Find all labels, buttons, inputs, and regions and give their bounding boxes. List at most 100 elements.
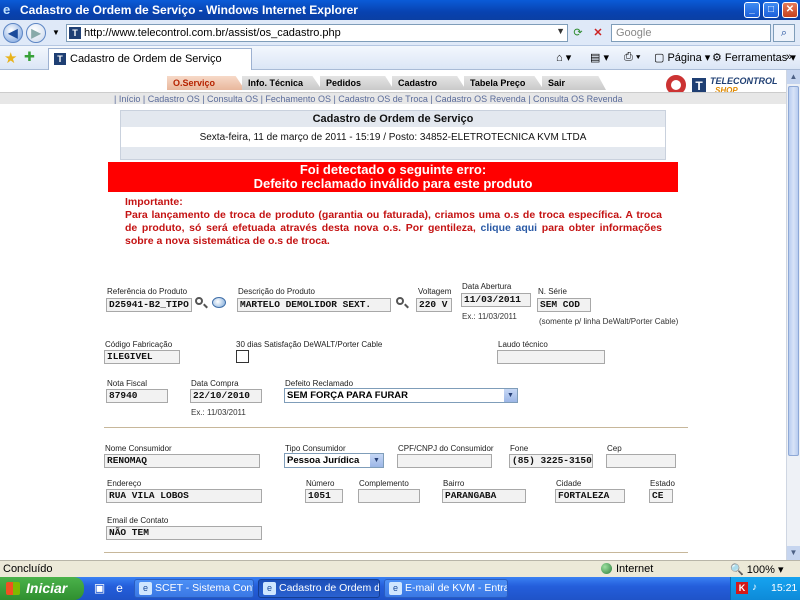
tipo-consumidor-select[interactable]: Pessoa Jurídica ▼ [284,453,384,468]
data-abertura-field[interactable]: 11/03/2011 [461,293,531,307]
search-desenho-icon[interactable] [212,297,228,309]
page-header-box: Cadastro de Ordem de Serviço Sexta-feira… [120,110,666,160]
menu-tab-sair[interactable]: Sair [542,76,606,90]
kaspersky-icon[interactable]: K [736,582,748,594]
browser-tab[interactable]: T Cadastro de Ordem de Serviço [48,48,252,70]
search-input[interactable]: Google [611,24,771,42]
search-placeholder: Google [616,27,652,39]
maximize-button[interactable]: □ [763,2,779,18]
address-toolbar: ◀ ▶ ▼ T http://www.telecontrol.com.br/as… [0,20,800,46]
descricao-field[interactable]: MARTELO DEMOLIDOR SEXT. [237,298,391,312]
tipo-consumidor-chevron-down-icon: ▼ [370,454,383,467]
history-dropdown-icon[interactable]: ▼ [48,25,64,41]
quicklaunch-desktop-icon[interactable]: ▣ [92,581,107,596]
data-compra-label: Data Compra [191,379,239,388]
estado-field[interactable]: CE [649,489,673,503]
address-input[interactable]: T http://www.telecontrol.com.br/assist/o… [66,24,568,42]
task-scet-label: SCET - Sistema Contr... [155,582,254,594]
scroll-down-icon[interactable]: ▼ [787,546,800,560]
fone-label: Fone [510,444,529,453]
menu-tab-tabela-preco[interactable]: Tabela Preço [464,76,544,90]
bairro-field[interactable]: PARANGABA [442,489,526,503]
window-title: Cadastro de Ordem de Serviço - Windows I… [20,3,358,17]
nome-consumidor-field[interactable]: RENOMAQ [104,454,260,468]
codigo-fabricacao-field[interactable]: ILEGIVEL [104,350,180,364]
feeds-icon[interactable]: ▤ ▾ [590,51,609,64]
estado-label: Estado [650,479,675,488]
cep-field[interactable] [606,454,676,468]
task-email-kvm[interactable]: e E-mail de KVM - Entra... [384,579,508,598]
close-button[interactable]: ✕ [782,2,798,18]
site-favicon-icon: T [69,27,81,39]
menu-tab-info-tecnica[interactable]: Info. Técnica [242,76,322,90]
page-menu[interactable]: ▢ Página ▾ [654,51,710,64]
defeito-select[interactable]: SEM FORÇA PARA FURAR ▼ [284,388,518,403]
numero-field[interactable]: 1051 [305,489,343,503]
referencia-field[interactable]: D25941-B2_TIPO [106,298,192,312]
quicklaunch-ie-icon[interactable]: e [112,581,127,596]
start-button[interactable]: Iniciar [0,577,84,600]
speaker-icon[interactable]: ♪ [752,582,764,594]
add-favorites-icon[interactable]: ✚ [24,49,35,65]
bairro-label: Bairro [443,479,465,488]
scroll-up-icon[interactable]: ▲ [787,70,800,84]
search-produto-icon[interactable] [195,297,208,309]
complemento-field[interactable] [358,489,420,503]
search-icon[interactable]: ⌕ [773,24,795,42]
address-dropdown-icon[interactable]: ▼ [556,26,565,36]
n-serie-field[interactable]: SEM COD [537,298,591,312]
globe-icon [601,563,612,574]
back-button[interactable]: ◀ [3,23,23,43]
page-menu-label: Página [667,52,702,64]
ie-logo-icon: e [3,2,11,17]
satisfacao-checkbox[interactable] [236,350,249,363]
stop-icon[interactable]: ✕ [590,25,606,41]
menu-tab-oservico[interactable]: O.Serviço [167,76,245,90]
search-descricao-icon[interactable] [396,297,409,309]
data-abertura-hint: Ex.: 11/03/2011 [462,312,517,321]
nota-fiscal-field[interactable]: 87940 [106,389,168,403]
windows-taskbar: Iniciar ▣ e eSCET - Sistema Contr... eCa… [0,577,800,600]
cpf-cnpj-field[interactable] [397,454,492,468]
tools-menu[interactable]: ⚙ Ferramentas ▾ [712,51,796,64]
forward-button[interactable]: ▶ [26,23,46,43]
header-footer-band [121,147,665,159]
laudo-label: Laudo técnico [498,340,548,349]
error-line2: Defeito reclamado inválido para este pro… [253,176,533,191]
data-compra-field[interactable]: 22/10/2010 [190,389,262,403]
task-cadastro-label: Cadastro de Ordem d... [279,582,380,594]
task-email-label: E-mail de KVM - Entra... [405,582,508,594]
n-serie-label: N. Série [538,287,567,296]
home-icon[interactable]: ⌂ ▾ [556,51,571,64]
favorites-star-icon[interactable]: ★ [4,49,17,67]
task-cadastro-os[interactable]: e Cadastro de Ordem d... [258,579,380,598]
cidade-field[interactable]: FORTALEZA [555,489,625,503]
email-field[interactable]: NÃO TEM [106,526,262,540]
menu-tab-pedidos[interactable]: Pedidos [320,76,394,90]
defeito-select-value: SEM FORÇA PARA FURAR [287,390,409,401]
print-icon[interactable]: ⎙ ▾ [624,51,640,64]
zoom-control[interactable]: 🔍 100% ▾ [730,563,783,576]
voltagem-field[interactable]: 220 V [416,298,452,312]
minimize-button[interactable]: _ [744,2,760,18]
endereco-field[interactable]: RUA VILA LOBOS [106,489,262,503]
notice-body: Para lançamento de troca de produto (gar… [125,209,662,248]
windows-flag-icon [6,582,20,595]
task-scet[interactable]: eSCET - Sistema Contr... [134,579,254,598]
defeito-chevron-down-icon: ▼ [504,389,517,402]
tipo-consumidor-value: Pessoa Jurídica [287,455,360,466]
tipo-consumidor-label: Tipo Consumidor [285,444,346,453]
vertical-scrollbar[interactable]: ▲ ▼ [786,70,800,560]
page-subtitle: Sexta-feira, 11 de março de 2011 - 15:19… [199,132,587,143]
notice-link[interactable]: clique aqui [481,222,538,234]
fone-field[interactable]: (85) 3225-3150 [509,454,593,468]
menu-tab-cadastro[interactable]: Cadastro [392,76,466,90]
scroll-thumb[interactable] [788,86,799,456]
laudo-field[interactable] [497,350,605,364]
codigo-fabricacao-label: Código Fabricação [105,340,173,349]
refresh-icon[interactable]: ⟳ [570,25,586,41]
sub-navigation[interactable]: | Início | Cadastro OS | Consulta OS | F… [0,92,786,104]
email-label: Email de Contato [107,516,169,525]
chevron-right-icon[interactable]: » [786,51,792,63]
data-abertura-label: Data Abertura [462,282,512,291]
